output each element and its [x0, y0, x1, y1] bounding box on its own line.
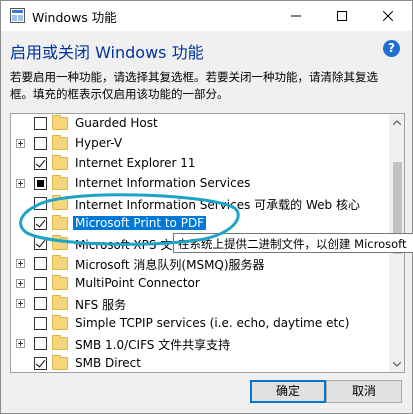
expand-icon[interactable] [16, 179, 25, 188]
feature-checkbox[interactable] [34, 157, 47, 170]
feature-checkbox[interactable] [34, 357, 47, 370]
feature-item-multipoint[interactable]: MultiPoint Connector [11, 274, 389, 294]
header-area: 启用或关闭 Windows 功能 ? 若要启用一种功能，请选择其复选框。若要关闭… [1, 31, 412, 109]
feature-item-iis[interactable]: Internet Information Services [11, 174, 389, 194]
minimize-button[interactable] [273, 1, 319, 31]
maximize-icon [337, 11, 347, 21]
folder-icon [52, 315, 68, 330]
chevron-down-icon [393, 361, 401, 367]
folder-icon [52, 275, 68, 290]
ok-button[interactable]: 确定 [250, 380, 326, 403]
feature-checkbox[interactable] [34, 317, 47, 330]
feature-checkbox[interactable] [34, 137, 47, 150]
expand-icon[interactable] [16, 299, 25, 308]
feature-checkbox[interactable] [34, 297, 47, 310]
feature-checkbox[interactable] [34, 277, 47, 290]
feature-checkbox[interactable] [34, 177, 47, 190]
window-title: Windows 功能 [32, 10, 117, 25]
help-icon[interactable]: ? [383, 40, 400, 57]
folder-icon [52, 355, 68, 370]
feature-label: Internet Explorer 11 [75, 156, 196, 170]
feature-item-smb1[interactable]: SMB 1.0/CIFS 文件共享支持 [11, 334, 389, 354]
title-bar: Windows 功能 [1, 1, 412, 31]
expand-icon[interactable] [16, 339, 25, 348]
scroll-down-button[interactable] [389, 356, 404, 372]
feature-label: Internet Information Services 可承载的 Web 核… [75, 198, 360, 212]
scroll-up-button[interactable] [389, 114, 404, 130]
feature-item-nfs[interactable]: NFS 服务 [11, 294, 389, 314]
feature-item-internet-explorer[interactable]: Internet Explorer 11 [11, 154, 389, 174]
feature-item-smb-direct[interactable]: SMB Direct [11, 354, 389, 372]
windows-features-dialog: Windows 功能 启用或关闭 Windows 功能 ? 若要启用一种功能，请… [0, 0, 413, 414]
feature-checkbox[interactable] [34, 257, 47, 270]
maximize-button[interactable] [319, 1, 365, 31]
folder-icon [52, 195, 68, 210]
feature-item-print-to-pdf[interactable]: Microsoft Print to PDF [11, 214, 389, 234]
page-title: 启用或关闭 Windows 功能 [10, 43, 204, 62]
feature-item-msmq[interactable]: Microsoft 消息队列(MSMQ)服务器 [11, 254, 389, 274]
feature-checkbox[interactable] [34, 217, 47, 230]
folder-icon [52, 215, 68, 230]
feature-checkbox[interactable] [34, 237, 47, 250]
cancel-button[interactable]: 取消 [326, 380, 402, 403]
folder-icon [52, 255, 68, 270]
expand-icon[interactable] [16, 279, 25, 288]
feature-label: SMB 1.0/CIFS 文件共享支持 [75, 338, 231, 352]
tooltip: 在系统上提供二进制文件，以创建 Microsoft [173, 233, 413, 253]
feature-checkbox[interactable] [34, 337, 47, 350]
feature-item-iis-web-core[interactable]: Internet Information Services 可承载的 Web 核… [11, 194, 389, 214]
expand-icon[interactable] [16, 139, 25, 148]
expand-icon[interactable] [16, 259, 25, 268]
folder-icon [52, 115, 68, 130]
feature-label: MultiPoint Connector [75, 276, 200, 290]
windows-features-icon [10, 8, 25, 23]
feature-checkbox[interactable] [34, 117, 47, 130]
feature-label: Simple TCPIP services (i.e. echo, daytim… [75, 316, 350, 330]
chevron-up-icon [393, 119, 401, 125]
folder-icon [52, 135, 68, 150]
folder-icon [52, 155, 68, 170]
minimize-icon [291, 15, 301, 17]
close-button[interactable] [365, 1, 411, 31]
feature-item-simple-tcpip[interactable]: Simple TCPIP services (i.e. echo, daytim… [11, 314, 389, 334]
feature-label: Hyper-V [75, 136, 123, 150]
folder-icon [52, 175, 68, 190]
feature-item-hyper-v[interactable]: Hyper-V [11, 134, 389, 154]
feature-label: Microsoft 消息队列(MSMQ)服务器 [75, 258, 265, 272]
feature-label: Internet Information Services [75, 176, 251, 190]
feature-label: Guarded Host [75, 116, 158, 130]
folder-icon [52, 295, 68, 310]
feature-label: Microsoft Print to PDF [71, 215, 208, 231]
folder-icon [52, 235, 68, 250]
close-icon [383, 11, 393, 21]
feature-label: SMB Direct [75, 356, 141, 370]
feature-checkbox[interactable] [34, 197, 47, 210]
feature-label: NFS 服务 [75, 298, 127, 312]
description-text: 若要启用一种功能，请选择其复选框。若要关闭一种功能，请清除其复选框。填充的框表示… [10, 70, 378, 101]
folder-icon [52, 335, 68, 350]
feature-item-guarded-host[interactable]: Guarded Host [11, 114, 389, 134]
